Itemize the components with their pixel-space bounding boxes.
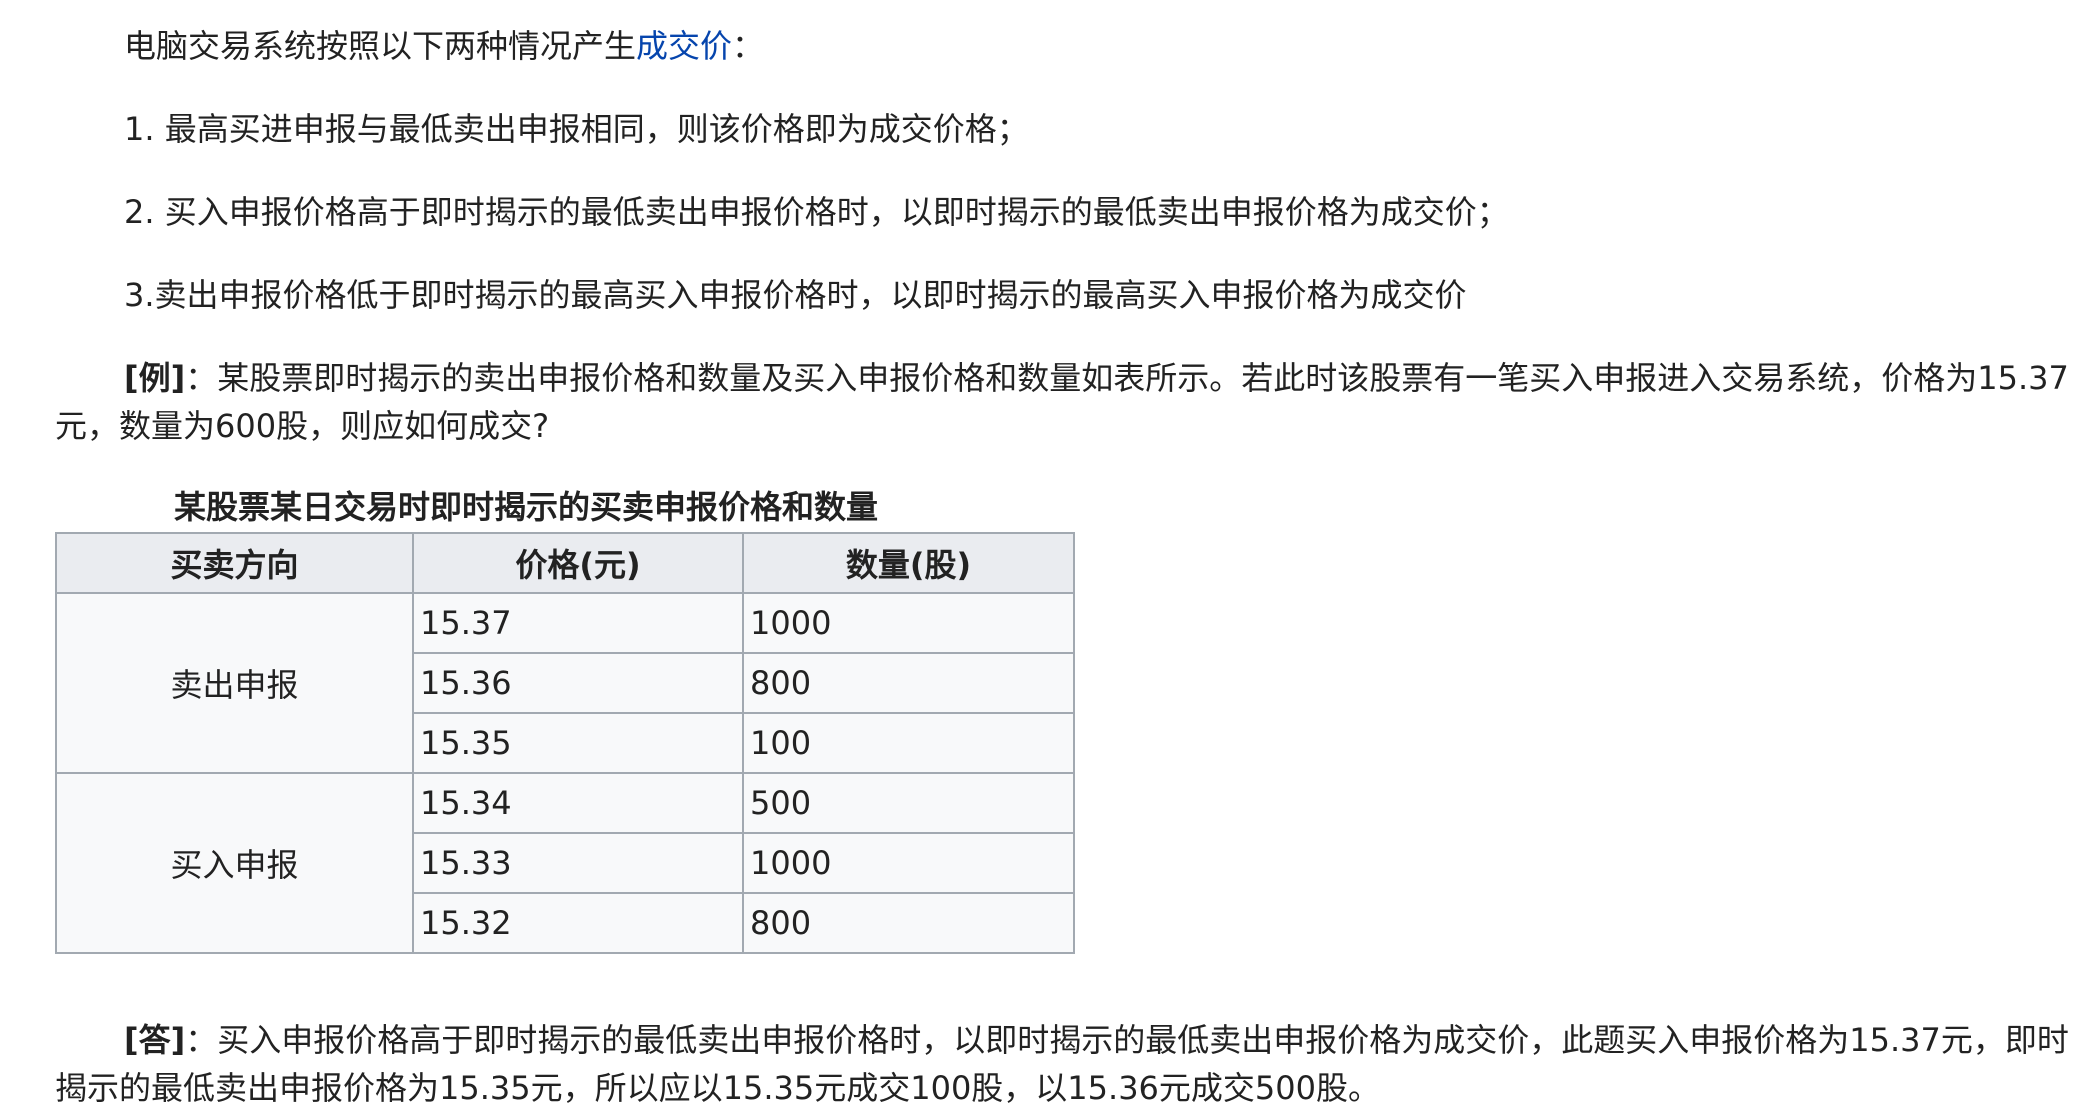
- example-label: [例]: [124, 359, 186, 397]
- price-cell: 15.34: [412, 772, 744, 834]
- price-cell: 15.33: [412, 832, 744, 894]
- quantity-cell: 800: [742, 652, 1075, 714]
- quantity-cell: 1000: [742, 592, 1075, 654]
- intro-text: 电脑交易系统按照以下两种情况产生: [124, 27, 637, 65]
- quantity-cell: 500: [742, 772, 1075, 834]
- table-header-row: 买卖方向 价格(元) 数量(股): [55, 532, 1075, 594]
- intro-paragraph: 电脑交易系统按照以下两种情况产生成交价：: [124, 22, 764, 70]
- trade-price-link[interactable]: 成交价: [636, 27, 732, 65]
- rule-2: 2. 买入申报价格高于即时揭示的最低卖出申报价格时，以即时揭示的最低卖出申报价格…: [124, 193, 1509, 231]
- rule-3: 3.卖出申报价格低于即时揭示的最高买入申报价格时，以即时揭示的最高买入申报价格为…: [124, 276, 1467, 314]
- price-cell: 15.37: [412, 592, 744, 654]
- price-cell: 15.35: [412, 712, 744, 774]
- price-cell: 15.36: [412, 652, 744, 714]
- direction-cell-buy: 买入申报: [55, 772, 414, 954]
- header-price: 价格(元): [412, 532, 744, 594]
- quantity-cell: 1000: [742, 832, 1075, 894]
- header-direction: 买卖方向: [55, 532, 414, 594]
- quantity-cell: 800: [742, 892, 1075, 954]
- table-row: 买入申报 15.34 500: [55, 772, 1075, 954]
- example-text: ：某股票即时揭示的卖出申报价格和数量及买入申报价格和数量如表所示。若此时该股票有…: [55, 359, 2069, 445]
- header-quantity: 数量(股): [742, 532, 1075, 594]
- quote-table: 买卖方向 价格(元) 数量(股) 卖出申报 15.37 1000 15.36 8…: [55, 532, 1075, 954]
- answer-paragraph: [答]：买入申报价格高于即时揭示的最低卖出申报价格时，以即时揭示的最低卖出申报价…: [55, 1016, 2085, 1112]
- intro-colon: ：: [732, 27, 765, 65]
- direction-cell-sell: 卖出申报: [55, 592, 414, 774]
- rule-1: 1. 最高买进申报与最低卖出申报相同，则该价格即为成交价格；: [124, 110, 1029, 148]
- example-paragraph: [例]：某股票即时揭示的卖出申报价格和数量及买入申报价格和数量如表所示。若此时该…: [55, 354, 2085, 450]
- table-row: 卖出申报 15.37 1000: [55, 592, 1075, 774]
- answer-label: [答]: [124, 1021, 186, 1059]
- price-cell: 15.32: [412, 892, 744, 954]
- answer-text: ：买入申报价格高于即时揭示的最低卖出申报价格时，以即时揭示的最低卖出申报价格为成…: [55, 1021, 2069, 1107]
- quantity-cell: 100: [742, 712, 1075, 774]
- table-caption: 某股票某日交易时即时揭示的买卖申报价格和数量: [174, 488, 879, 526]
